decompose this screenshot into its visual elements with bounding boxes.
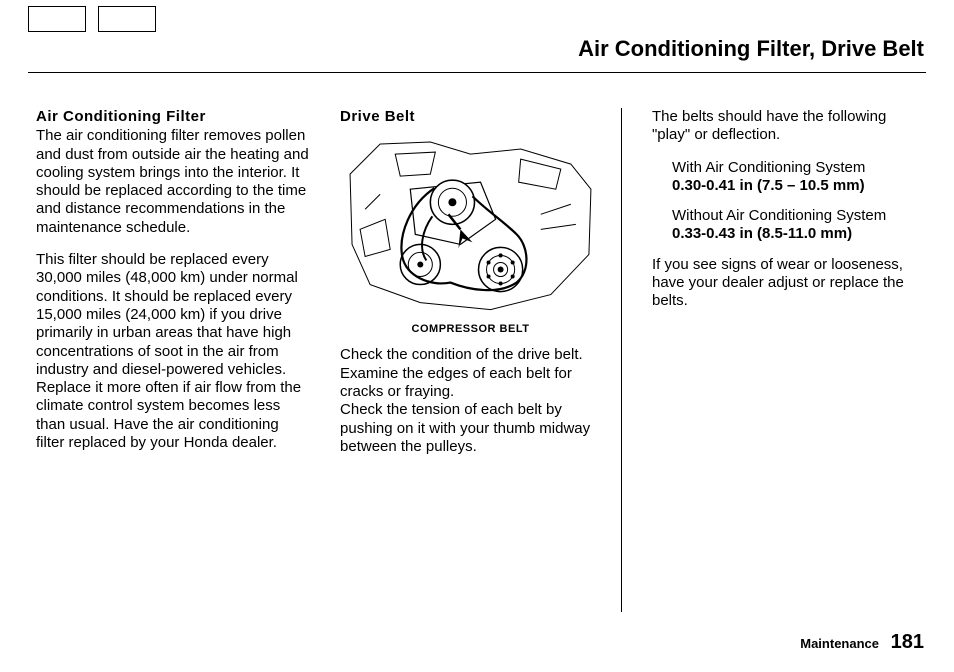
nav-boxes bbox=[28, 6, 156, 32]
ac-filter-intro: The air conditioning filter removes poll… bbox=[36, 127, 310, 237]
column-1: Air Conditioning Filter The air conditio… bbox=[36, 108, 310, 612]
page-footer: Maintenance 181 bbox=[800, 631, 924, 654]
compressor-belt-svg bbox=[340, 134, 601, 315]
without-ac-label: Without Air Conditioning System bbox=[672, 207, 926, 225]
ac-filter-schedule: This filter should be replaced every 30,… bbox=[36, 251, 310, 452]
nav-box-next[interactable] bbox=[98, 6, 156, 32]
compressor-belt-diagram bbox=[340, 134, 601, 315]
title-rule bbox=[28, 72, 926, 73]
ac-filter-heading: Air Conditioning Filter bbox=[36, 108, 310, 126]
page-title: Air Conditioning Filter, Drive Belt bbox=[578, 36, 924, 62]
without-ac-value: 0.33-0.43 in (8.5-11.0 mm) bbox=[672, 225, 926, 243]
without-ac-block: Without Air Conditioning System 0.33-0.4… bbox=[672, 207, 926, 244]
with-ac-label: With Air Conditioning System bbox=[672, 159, 926, 177]
content-columns: Air Conditioning Filter The air conditio… bbox=[36, 108, 926, 612]
column-2: Drive Belt bbox=[340, 108, 622, 612]
column-3: The belts should have the following "pla… bbox=[652, 108, 926, 612]
drive-belt-check-tension: Check the tension of each belt by pushin… bbox=[340, 401, 601, 456]
drive-belt-check-condition: Check the condition of the drive belt. E… bbox=[340, 346, 601, 401]
diagram-caption: COMPRESSOR BELT bbox=[340, 323, 601, 336]
drive-belt-heading: Drive Belt bbox=[340, 108, 601, 126]
with-ac-block: With Air Conditioning System 0.30-0.41 i… bbox=[672, 159, 926, 196]
nav-box-prev[interactable] bbox=[28, 6, 86, 32]
footer-page-number: 181 bbox=[891, 631, 924, 653]
belt-play-intro: The belts should have the following "pla… bbox=[652, 108, 926, 145]
with-ac-value: 0.30-0.41 in (7.5 – 10.5 mm) bbox=[672, 177, 926, 195]
belt-wear-note: If you see signs of wear or looseness, h… bbox=[652, 256, 926, 311]
footer-section: Maintenance bbox=[800, 636, 879, 651]
